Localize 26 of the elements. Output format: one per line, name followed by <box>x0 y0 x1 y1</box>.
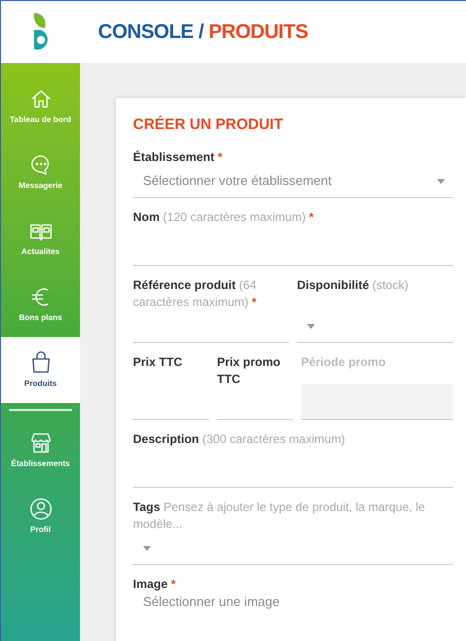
sidebar-item[interactable]: Produits <box>1 337 80 403</box>
sidebar-item[interactable]: Messagerie <box>1 139 80 205</box>
field-label: Nom (120 caractères maximum) * <box>133 208 315 226</box>
field-label: Disponibilité (stock) <box>297 276 410 294</box>
field-label: Tags Pensez à ajouter le type de produit, la marque, le modèle... <box>133 498 426 532</box>
field-label: Image * <box>133 576 177 592</box>
storefront-icon <box>28 430 52 454</box>
sidebar-item[interactable]: Tableau de bord <box>1 73 80 139</box>
select-field[interactable]: Sélectionner une image <box>133 592 453 610</box>
sidebar-item[interactable]: Actualites <box>1 205 80 271</box>
field-label: Prix promo TTC <box>217 354 282 388</box>
field-label: Période promo <box>301 354 387 370</box>
field-label: Prix TTC <box>133 354 184 370</box>
sidebar-item[interactable]: Bons plans <box>1 271 80 337</box>
sidebar-item[interactable]: Établissements <box>1 417 80 483</box>
dropdown-arrow-icon <box>437 178 445 184</box>
user-icon <box>28 496 52 520</box>
select-field[interactable]: Sélectionner votre établissement <box>133 166 453 198</box>
dropdown-arrow-icon <box>307 324 315 328</box>
dropdown-arrow-icon <box>143 546 151 550</box>
field-label: Description (300 caractères maximum) <box>133 430 346 448</box>
field-label: Établissement * <box>133 148 224 166</box>
page-title: CONSOLE / PRODUITS <box>98 20 308 45</box>
form-title: CRÉER UN PRODUIT <box>133 114 284 135</box>
field-label: Référence produit (64 caractères maximum) * <box>133 276 258 310</box>
sidebar-item[interactable]: Profil <box>1 483 80 549</box>
